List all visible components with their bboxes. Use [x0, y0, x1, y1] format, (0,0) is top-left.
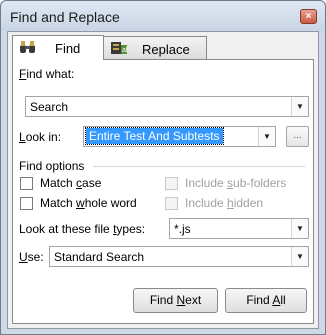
find-what-value: Search [30, 100, 69, 114]
tab-find[interactable]: Find [12, 35, 104, 60]
dialog-title: Find and Replace [10, 9, 120, 25]
title-bar[interactable]: Find and Replace × [1, 1, 325, 31]
include-hidden-checkbox[interactable] [165, 197, 178, 210]
match-case-label: Match case [40, 176, 102, 190]
tab-find-label: Find [55, 41, 81, 56]
chevron-down-icon[interactable]: ▼ [258, 127, 275, 146]
chevron-down-icon[interactable]: ▼ [291, 247, 308, 266]
file-types-combo[interactable]: *.js ▼ [169, 218, 309, 239]
match-whole-word-label: Match whole word [40, 196, 137, 210]
browse-button[interactable]: ... [286, 126, 309, 147]
find-replace-dialog: Find and Replace × Find ab Replace Find … [0, 0, 326, 335]
use-label: Use: [19, 250, 44, 264]
match-case-checkbox[interactable] [20, 177, 33, 190]
svg-text:ab: ab [122, 47, 128, 54]
find-what-label: Find what: [19, 67, 75, 81]
find-tab-panel: Find what: Search ▼ Look in: Entire Test… [12, 59, 314, 324]
chevron-down-icon[interactable]: ▼ [291, 219, 308, 238]
use-value: Standard Search [54, 250, 145, 264]
use-combo[interactable]: Standard Search ▼ [49, 246, 309, 267]
include-hidden-label: Include hidden [185, 196, 264, 210]
replace-icon: ab [111, 42, 128, 54]
include-subfolders-checkbox[interactable] [165, 177, 178, 190]
close-button[interactable]: × [300, 9, 317, 24]
find-next-button[interactable]: Find Next [133, 288, 218, 313]
look-in-combo[interactable]: Entire Test And Subtests ▼ [83, 126, 276, 147]
look-in-value: Entire Test And Subtests [85, 127, 224, 145]
tab-replace-label: Replace [142, 42, 190, 57]
tab-replace[interactable]: ab Replace [103, 36, 207, 59]
find-what-combo[interactable]: Search ▼ [25, 96, 309, 117]
find-all-button[interactable]: Find All [225, 288, 307, 313]
look-in-label: Look in: [19, 130, 62, 144]
file-types-value: *.js [174, 222, 191, 236]
chevron-down-icon[interactable]: ▼ [291, 97, 308, 116]
include-subfolders-label: Include sub-folders [185, 176, 287, 190]
find-options-title: Find options [19, 159, 85, 173]
close-icon: × [305, 11, 312, 22]
dialog-client-area: Find ab Replace Find what: Search ▼ Look… [7, 31, 319, 329]
match-whole-word-checkbox[interactable] [20, 197, 33, 210]
binoculars-icon [20, 41, 35, 53]
group-divider [93, 166, 305, 167]
file-types-label: Look at these file types: [19, 222, 146, 236]
